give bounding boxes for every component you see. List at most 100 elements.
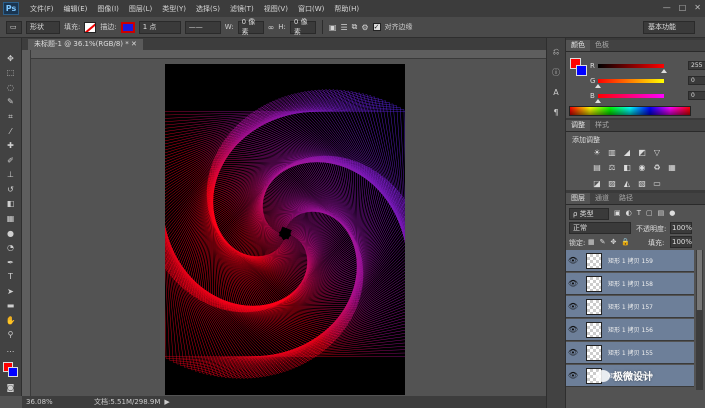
history-brush-tool-icon[interactable]: ↺ (4, 183, 18, 196)
tab-swatches[interactable]: 色板 (590, 40, 614, 51)
status-menu-arrow-icon[interactable]: ▶ (164, 398, 169, 406)
color-panel-swatches[interactable] (570, 58, 588, 76)
blend-mode-select[interactable]: 正常 (569, 222, 631, 234)
path-arrange-icon[interactable]: ⧉ (352, 22, 358, 32)
photo-filter-icon[interactable]: ◉ (637, 162, 647, 172)
layers-scrollbar[interactable] (696, 250, 703, 390)
lock-position-icon[interactable]: ✥ (611, 238, 617, 246)
stroke-swatch[interactable] (120, 21, 135, 33)
paragraph-icon[interactable]: ¶ (550, 106, 562, 118)
marquee-tool-icon[interactable]: ⬚ (4, 67, 18, 80)
vibrance-icon[interactable]: ▽ (652, 147, 662, 157)
menu-type[interactable]: 类型(Y) (157, 4, 191, 14)
menu-layer[interactable]: 图层(L) (124, 4, 157, 14)
workspace-select[interactable]: 基本功能 (643, 21, 695, 34)
path-align-icon[interactable]: ☰ (340, 23, 347, 32)
dodge-tool-icon[interactable]: ◔ (4, 241, 18, 254)
channel-mixer-icon[interactable]: ♻ (652, 162, 662, 172)
eyedropper-tool-icon[interactable]: ⁄ (4, 125, 18, 138)
selective-color-icon[interactable]: ▧ (637, 178, 647, 188)
align-edges-checkbox[interactable]: ✓ (372, 23, 381, 31)
menu-select[interactable]: 选择(S) (191, 4, 225, 14)
tab-color[interactable]: 颜色 (566, 40, 590, 51)
link-icon[interactable]: ∞ (268, 23, 275, 32)
horizontal-ruler[interactable] (22, 50, 546, 59)
filter-pixel-icon[interactable]: ▣ (614, 209, 621, 217)
clone-stamp-tool-icon[interactable]: ⊥ (4, 169, 18, 182)
layer-name[interactable]: 矩形 1 拷贝 155 (608, 348, 653, 357)
stroke-width-input[interactable]: 1 点 (138, 20, 181, 34)
menu-view[interactable]: 视图(V) (259, 4, 293, 14)
invert-icon[interactable]: ◪ (592, 178, 602, 188)
more-tools-icon[interactable]: … (4, 343, 18, 356)
menu-help[interactable]: 帮助(H) (329, 4, 364, 14)
properties-icon[interactable]: ⓘ (550, 66, 562, 78)
path-ops-icon[interactable]: ▣ (329, 23, 337, 32)
height-input[interactable]: 0 像素 (289, 18, 316, 36)
vertical-ruler[interactable] (22, 50, 31, 396)
visibility-eye-icon[interactable]: 👁 (566, 302, 580, 311)
brush-tool-icon[interactable]: ✐ (4, 154, 18, 167)
minimize-button[interactable]: — (663, 3, 671, 12)
menu-filter[interactable]: 滤镜(T) (225, 4, 259, 14)
gradient-tool-icon[interactable]: ▦ (4, 212, 18, 225)
green-slider-thumb[interactable] (595, 84, 601, 88)
filter-smart-object-icon[interactable]: ▤ (658, 209, 665, 217)
menu-file[interactable]: 文件(F) (25, 4, 59, 14)
move-tool-icon[interactable]: ✥ (4, 52, 18, 65)
tab-adjustments[interactable]: 调整 (566, 120, 590, 131)
canvas-area[interactable] (22, 50, 546, 396)
crop-tool-icon[interactable]: ⌗ (4, 110, 18, 123)
blue-slider-thumb[interactable] (595, 99, 601, 103)
artboard[interactable] (140, 64, 430, 395)
lock-image-icon[interactable]: ✎ (600, 238, 606, 246)
layer-name[interactable]: 矩形 1 拷贝 157 (608, 302, 653, 311)
stroke-type-select[interactable]: —— (184, 20, 221, 34)
menu-image[interactable]: 图像(I) (92, 4, 124, 14)
zoom-tool-icon[interactable]: ⚲ (4, 329, 18, 342)
character-icon[interactable]: A (550, 86, 562, 98)
color-swatches[interactable] (2, 361, 19, 377)
quick-mask-icon[interactable]: ◙ (4, 381, 18, 394)
layer-name[interactable]: 矩形 1 拷贝 156 (608, 325, 653, 334)
layer-row[interactable]: 👁 矩形 1 拷贝 159 (566, 250, 694, 272)
document-tab[interactable]: 未标题-1 @ 36.1%(RGB/8) * ✕ (28, 39, 143, 50)
tab-paths[interactable]: 路径 (614, 193, 638, 204)
exposure-icon[interactable]: ◩ (637, 147, 647, 157)
color-balance-icon[interactable]: ⚖ (607, 162, 617, 172)
green-value[interactable]: 0 (688, 76, 705, 85)
layer-row[interactable]: 👁 矩形 1 拷贝 155 (566, 342, 694, 364)
background-color-swatch[interactable] (7, 366, 18, 377)
blue-value[interactable]: 0 (688, 91, 705, 100)
lasso-tool-icon[interactable]: ◌ (4, 81, 18, 94)
color-lookup-icon[interactable]: ▦ (667, 162, 677, 172)
hand-tool-icon[interactable]: ✋ (4, 314, 18, 327)
visibility-eye-icon[interactable]: 👁 (566, 279, 580, 288)
color-spectrum[interactable] (569, 106, 691, 116)
visibility-eye-icon[interactable]: 👁 (566, 256, 580, 265)
close-button[interactable]: ✕ (694, 3, 701, 12)
posterize-icon[interactable]: ▨ (607, 178, 617, 188)
curves-icon[interactable]: ◢ (622, 147, 632, 157)
menu-edit[interactable]: 编辑(E) (59, 4, 93, 14)
red-slider-thumb[interactable] (661, 69, 667, 73)
layer-row[interactable]: 👁 矩形 1 拷贝 158 (566, 273, 694, 295)
blur-tool-icon[interactable]: ● (4, 227, 18, 240)
type-tool-icon[interactable]: T (4, 270, 18, 283)
blue-slider[interactable] (595, 94, 664, 103)
visibility-eye-icon[interactable]: 👁 (566, 371, 580, 380)
tab-layers[interactable]: 图层 (566, 193, 590, 204)
gear-icon[interactable]: ⚙ (361, 23, 368, 32)
quick-select-tool-icon[interactable]: ✎ (4, 96, 18, 109)
filter-adjustment-icon[interactable]: ◐ (626, 209, 632, 217)
fill-swatch[interactable] (84, 21, 97, 33)
visibility-eye-icon[interactable]: 👁 (566, 325, 580, 334)
gradient-map-icon[interactable]: ▭ (652, 178, 662, 188)
tab-channels[interactable]: 通道 (590, 193, 614, 204)
brightness-contrast-icon[interactable]: ☀ (592, 147, 602, 157)
threshold-icon[interactable]: ◭ (622, 178, 632, 188)
healing-brush-tool-icon[interactable]: ✚ (4, 139, 18, 152)
layer-row[interactable]: 👁 矩形 1 拷贝 157 (566, 296, 694, 318)
history-icon[interactable]: ⎌ (550, 46, 562, 58)
red-slider[interactable] (598, 64, 667, 73)
